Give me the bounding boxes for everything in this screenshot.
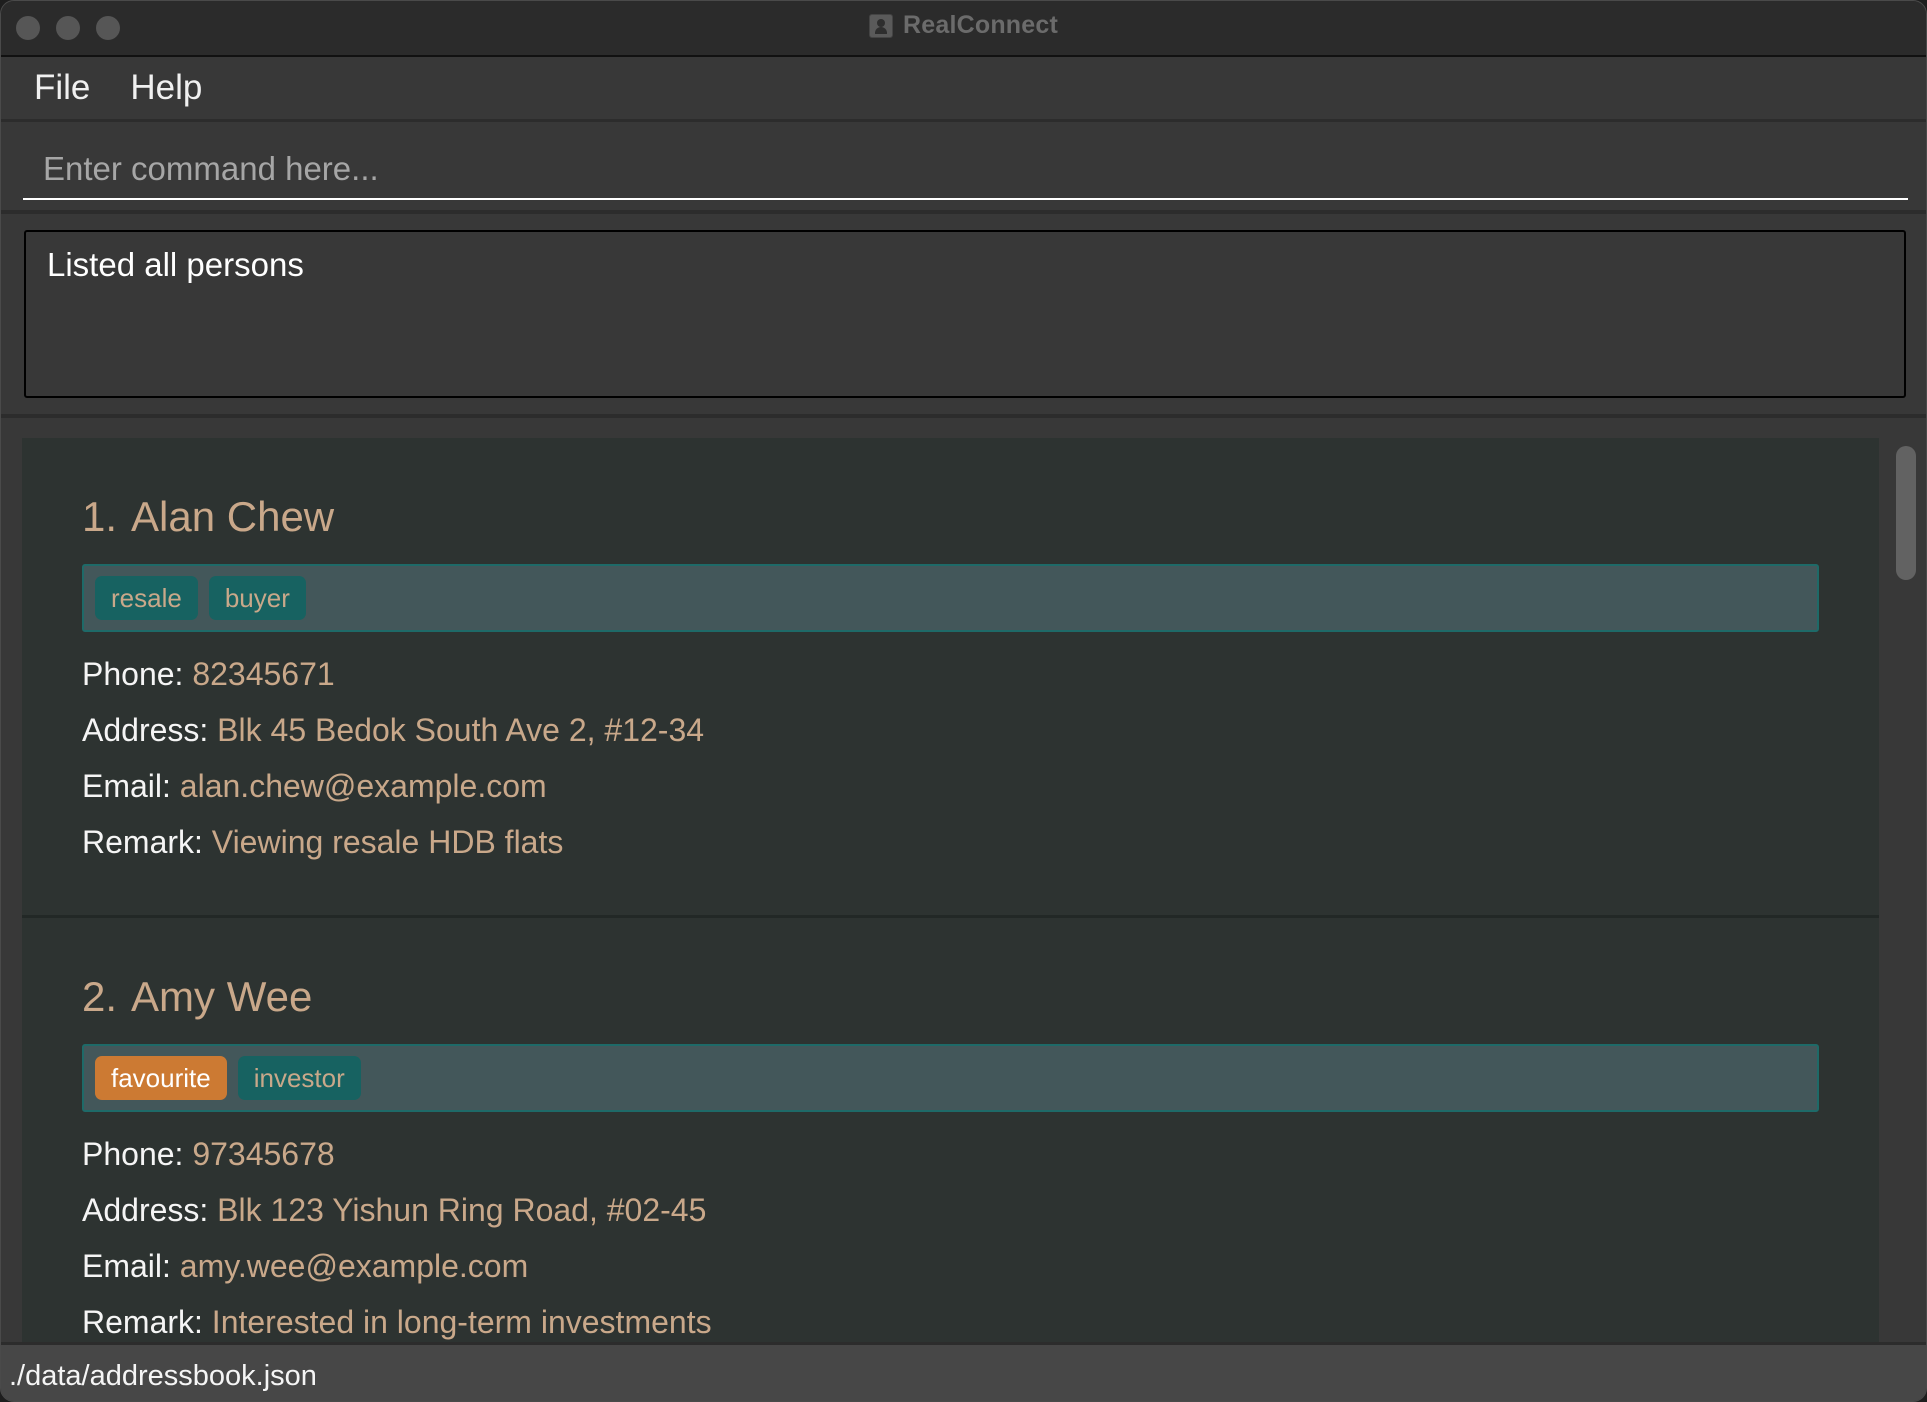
command-input[interactable] — [23, 140, 1908, 200]
person-card[interactable]: 1. Alan Chew resale buyer Phone: 82345671… — [22, 438, 1879, 918]
data-file-path: ./data/addressbook.json — [9, 1360, 317, 1392]
remark-field: Remark: Viewing resale HDB flats — [82, 814, 1879, 870]
email-label: Email: — [82, 1248, 171, 1284]
tag-list: favourite investor — [82, 1044, 1819, 1112]
address-label: Address: — [82, 712, 209, 748]
phone-field: Phone: 97345678 — [82, 1126, 1879, 1182]
phone-field: Phone: 82345671 — [82, 646, 1879, 702]
person-list-panel: 1. Alan Chew resale buyer Phone: 82345671… — [1, 418, 1926, 1344]
phone-label: Phone: — [82, 656, 184, 692]
remark-value: Viewing resale HDB flats — [211, 824, 564, 860]
person-name-heading: 2. Amy Wee — [82, 973, 1879, 1021]
email-field: Email: amy.wee@example.com — [82, 1238, 1879, 1294]
address-field: Address: Blk 45 Bedok South Ave 2, #12-3… — [82, 702, 1879, 758]
address-value: Blk 123 Yishun Ring Road, #02-45 — [217, 1192, 707, 1228]
person-index: 1. — [82, 493, 118, 540]
person-name-heading: 1. Alan Chew — [82, 493, 1879, 541]
command-box — [1, 122, 1926, 214]
result-display-panel: Listed all persons — [1, 214, 1926, 418]
address-label: Address: — [82, 1192, 209, 1228]
address-value: Blk 45 Bedok South Ave 2, #12-34 — [217, 712, 705, 748]
email-label: Email: — [82, 768, 171, 804]
email-value: alan.chew@example.com — [179, 768, 547, 804]
menu-help[interactable]: Help — [130, 68, 202, 108]
app-window: RealConnect File Help Listed all persons… — [0, 0, 1927, 1402]
remark-label: Remark: — [82, 1304, 203, 1340]
list-scrollbar-thumb[interactable] — [1896, 446, 1916, 580]
window-title: RealConnect — [902, 11, 1058, 39]
email-value: amy.wee@example.com — [179, 1248, 529, 1284]
person-name: Alan Chew — [131, 493, 335, 540]
remark-label: Remark: — [82, 824, 203, 860]
tag: investor — [237, 1056, 361, 1100]
menu-bar: File Help — [1, 57, 1926, 122]
remark-field: Remark: Interested in long-term investme… — [82, 1294, 1879, 1344]
favourite-tag: favourite — [95, 1056, 227, 1100]
person-card[interactable]: 2. Amy Wee favourite investor Phone: 9734… — [22, 918, 1879, 1344]
email-field: Email: alan.chew@example.com — [82, 758, 1879, 814]
remark-value: Interested in long-term investments — [211, 1304, 712, 1340]
contact-book-icon — [868, 13, 893, 38]
address-field: Address: Blk 123 Yishun Ring Road, #02-4… — [82, 1182, 1879, 1238]
status-bar: ./data/addressbook.json — [1, 1342, 1926, 1401]
phone-value: 82345671 — [192, 656, 335, 692]
window-title-group: RealConnect — [1, 11, 1926, 40]
person-index: 2. — [82, 973, 118, 1020]
tag: buyer — [208, 576, 306, 620]
menu-file[interactable]: File — [34, 68, 90, 108]
result-display: Listed all persons — [24, 230, 1906, 398]
phone-label: Phone: — [82, 1136, 184, 1172]
phone-value: 97345678 — [192, 1136, 335, 1172]
tag-list: resale buyer — [82, 564, 1819, 632]
title-bar: RealConnect — [1, 1, 1926, 57]
person-list[interactable]: 1. Alan Chew resale buyer Phone: 82345671… — [22, 438, 1879, 1344]
tag: resale — [95, 576, 198, 620]
person-name: Amy Wee — [131, 973, 313, 1020]
